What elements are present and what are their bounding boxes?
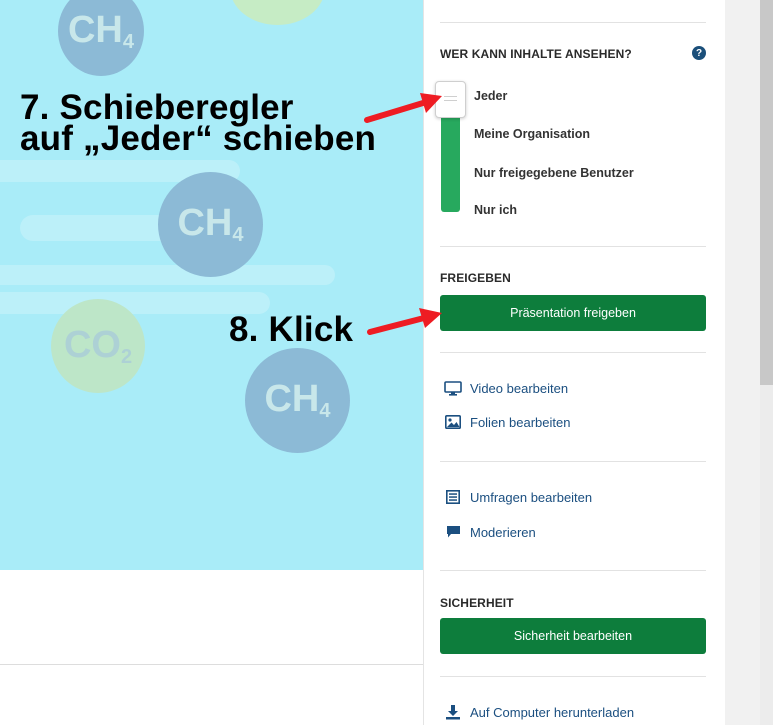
scrollbar-thumb[interactable]: [760, 0, 773, 385]
divider: [440, 352, 706, 353]
visibility-option-organisation[interactable]: Meine Organisation: [474, 127, 590, 141]
grip-line: [444, 100, 457, 101]
divider: [440, 246, 706, 247]
edit-video-link[interactable]: Video bearbeiten: [444, 380, 568, 396]
list-icon: [444, 489, 462, 505]
background-molecule-ch4: CH4: [58, 0, 144, 76]
divider: [440, 461, 706, 462]
question-circle-icon[interactable]: ?: [692, 46, 706, 60]
download-link[interactable]: Auf Computer herunterladen: [444, 704, 634, 720]
step8-annotation: 8. Klick: [229, 310, 354, 349]
background-molecule: [230, 0, 325, 25]
edit-polls-label: Umfragen bearbeiten: [470, 489, 593, 505]
presentation-preview: CH4 CH4 CO2 CH4: [0, 0, 423, 570]
edit-slides-label: Folien bearbeiten: [470, 414, 571, 430]
step7-annotation: 7. Schieberegler auf „Jeder“ schieben: [20, 90, 377, 158]
background-molecule-ch4: CH4: [245, 348, 350, 453]
background-molecule-co2: CO2: [51, 299, 145, 393]
moderate-label: Moderieren: [470, 524, 536, 540]
background-molecule-ch4: CH4: [158, 172, 263, 277]
divider: [440, 22, 706, 23]
visibility-option-shared-users[interactable]: Nur freigegebene Benutzer: [474, 166, 634, 180]
download-icon: [444, 704, 462, 720]
scrollbar[interactable]: [760, 0, 773, 725]
image-icon: [444, 414, 462, 430]
visibility-slider-handle[interactable]: [435, 81, 466, 118]
divider: [440, 570, 706, 571]
speech-bubble-icon: [444, 524, 462, 540]
settings-sidebar: [423, 0, 726, 725]
edit-video-label: Video bearbeiten: [470, 380, 569, 396]
edit-polls-link[interactable]: Umfragen bearbeiten: [444, 489, 592, 505]
visibility-section-title: WER KANN INHALTE ANSEHEN?: [440, 47, 632, 61]
divider: [0, 664, 423, 665]
moderate-link[interactable]: Moderieren: [444, 524, 536, 540]
security-section-title: SICHERHEIT: [440, 596, 514, 610]
download-label: Auf Computer herunterladen: [470, 704, 635, 720]
divider: [440, 676, 706, 677]
step7-line2: auf „Jeder“ schieben: [20, 119, 377, 158]
monitor-icon: [444, 380, 462, 396]
visibility-option-jeder[interactable]: Jeder: [474, 89, 507, 103]
share-section-title: FREIGEBEN: [440, 271, 511, 285]
preview-footer: [0, 570, 423, 725]
edit-security-button[interactable]: Sicherheit bearbeiten: [440, 618, 706, 654]
background-band: [0, 265, 335, 285]
grip-line: [444, 96, 457, 97]
page-gutter: [725, 0, 760, 725]
share-presentation-button[interactable]: Präsentation freigeben: [440, 295, 706, 331]
edit-slides-link[interactable]: Folien bearbeiten: [444, 414, 570, 430]
visibility-option-only-me[interactable]: Nur ich: [474, 203, 517, 217]
